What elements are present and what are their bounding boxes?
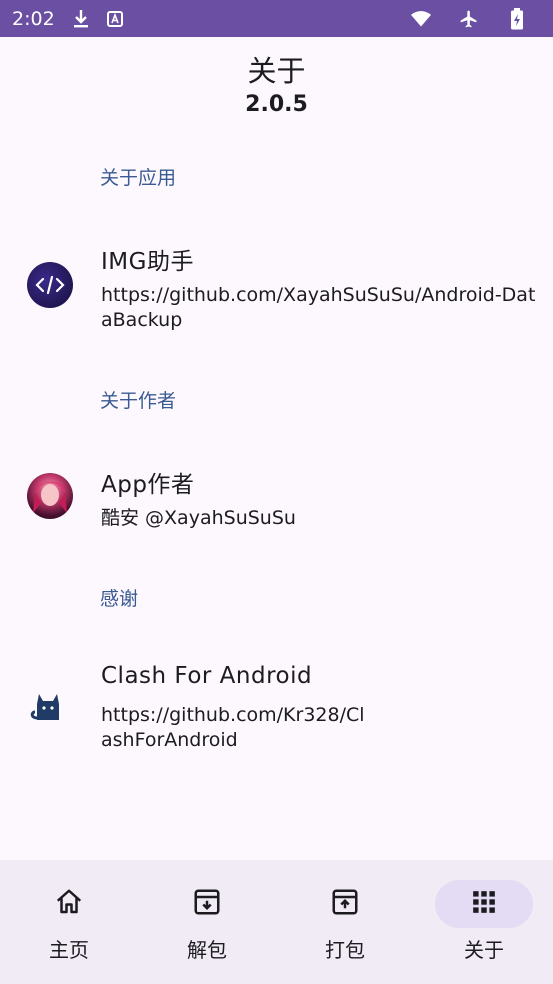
nav-label: 解包 [187,938,227,962]
nav-label: 关于 [464,938,504,962]
page-title: 关于 [247,54,306,88]
item-title: App作者 [101,472,195,498]
nav-item-pack[interactable]: 打包 [276,860,414,984]
wifi-icon [411,9,431,29]
nav-pill [296,880,394,928]
nav-pill [20,880,118,928]
nav-item-about[interactable]: 关于 [415,860,553,984]
nav-item-unpack[interactable]: 解包 [138,860,276,984]
nav-pill [158,880,256,928]
item-title: IMG助手 [101,249,194,275]
section-about-author: 关于作者 [100,390,177,412]
status-bar: 2:02 [0,0,553,37]
nav-item-home[interactable]: 主页 [0,860,138,984]
item-subtitle: https://github.com/Kr328/ClashForAndroid [101,704,365,751]
archive-down-icon [192,887,222,921]
cat-icon [27,684,73,730]
nav-label: 打包 [325,938,365,962]
list-item-app[interactable]: IMG助手 https://github.com/XayahSuSuSu/And… [0,236,553,340]
author-avatar [27,473,73,519]
list-item-author[interactable]: App作者 酷安 @XayahSuSuSu [0,460,553,536]
section-about-app: 关于应用 [100,167,177,189]
home-icon [54,887,84,921]
item-subtitle: 酷安 @XayahSuSuSu [101,507,296,529]
download-icon [71,9,91,29]
section-thanks: 感谢 [100,588,139,610]
status-time: 2:02 [12,7,55,30]
code-icon [27,262,73,308]
apps-grid-icon [471,889,497,919]
nav-pill-active [435,880,533,928]
font-icon [105,9,125,29]
item-title: Clash For Android [101,663,313,689]
nav-label: 主页 [49,938,89,962]
item-subtitle: https://github.com/XayahSuSuSu/Android-D… [101,284,536,331]
archive-up-icon [330,887,360,921]
airplane-icon [459,9,479,29]
page-header: 关于 2.0.5 [0,37,553,121]
battery-icon [507,7,527,29]
bottom-navigation: 主页 解包 打包 关于 [0,860,553,984]
version-label: 2.0.5 [245,92,308,117]
list-item-clash[interactable]: Clash For Android https://github.com/Kr3… [0,658,553,762]
